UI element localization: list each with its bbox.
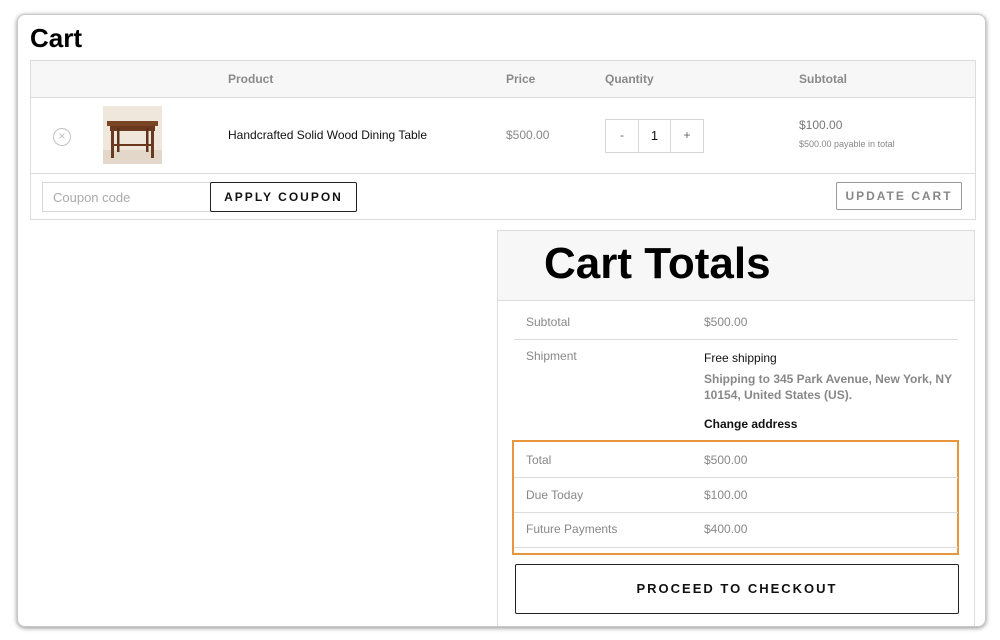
dining-table-image (103, 106, 162, 164)
future-payments-label: Future Payments (526, 522, 618, 536)
line-subtotal-note: $500.00 payable in total (799, 139, 895, 149)
product-thumbnail[interactable] (103, 106, 162, 164)
quantity-input[interactable]: 1 (639, 120, 670, 152)
cart-actions: APPLY COUPON UPDATE CART (31, 174, 975, 219)
coupon-code-input[interactable] (42, 182, 212, 212)
divider (514, 547, 958, 548)
divider (514, 512, 958, 513)
future-payments-value: $400.00 (704, 522, 748, 536)
shipping-address: Shipping to 345 Park Avenue, New York, N… (704, 372, 952, 402)
divider (514, 477, 958, 478)
cart-totals-panel: Cart Totals Subtotal $500.00 Shipment Fr… (497, 230, 975, 626)
column-header-subtotal: Subtotal (799, 72, 847, 86)
due-today-value: $100.00 (704, 488, 748, 502)
quantity-decrease-button[interactable]: - (606, 120, 639, 152)
quantity-increase-button[interactable]: + (670, 120, 703, 152)
total-label: Total (526, 453, 552, 467)
remove-item-icon[interactable]: × (53, 128, 71, 146)
subtotal-label: Subtotal (526, 315, 571, 329)
cart-window: Cart Product Price Quantity Subtotal × H… (17, 14, 986, 627)
cart-table: Product Price Quantity Subtotal × Handcr… (30, 60, 976, 220)
cart-totals-header: Cart Totals (498, 231, 974, 301)
shipment-label: Shipment (526, 349, 577, 363)
proceed-to-checkout-button[interactable]: PROCEED TO CHECKOUT (515, 564, 959, 614)
due-today-label: Due Today (526, 488, 584, 502)
divider (514, 339, 958, 340)
column-header-quantity: Quantity (605, 72, 654, 86)
product-price: $500.00 (506, 128, 550, 142)
cart-totals-title: Cart Totals (544, 239, 771, 288)
shipping-method: Free shipping (704, 351, 777, 365)
column-header-product: Product (228, 72, 274, 86)
change-address-link[interactable]: Change address (704, 417, 797, 431)
subtotal-value: $500.00 (704, 315, 748, 329)
page-title: Cart (30, 23, 83, 53)
line-subtotal: $100.00 (799, 118, 843, 132)
update-cart-button[interactable]: UPDATE CART (836, 182, 962, 210)
cart-table-header: Product Price Quantity Subtotal (31, 61, 975, 98)
apply-coupon-button[interactable]: APPLY COUPON (210, 182, 357, 212)
column-header-price: Price (506, 72, 536, 86)
quantity-stepper: - 1 + (605, 119, 704, 153)
cart-item-row: × Handcrafted Solid Wood Dining Table $5… (31, 98, 975, 174)
product-name-link[interactable]: Handcrafted Solid Wood Dining Table (228, 128, 427, 142)
total-value: $500.00 (704, 453, 748, 467)
